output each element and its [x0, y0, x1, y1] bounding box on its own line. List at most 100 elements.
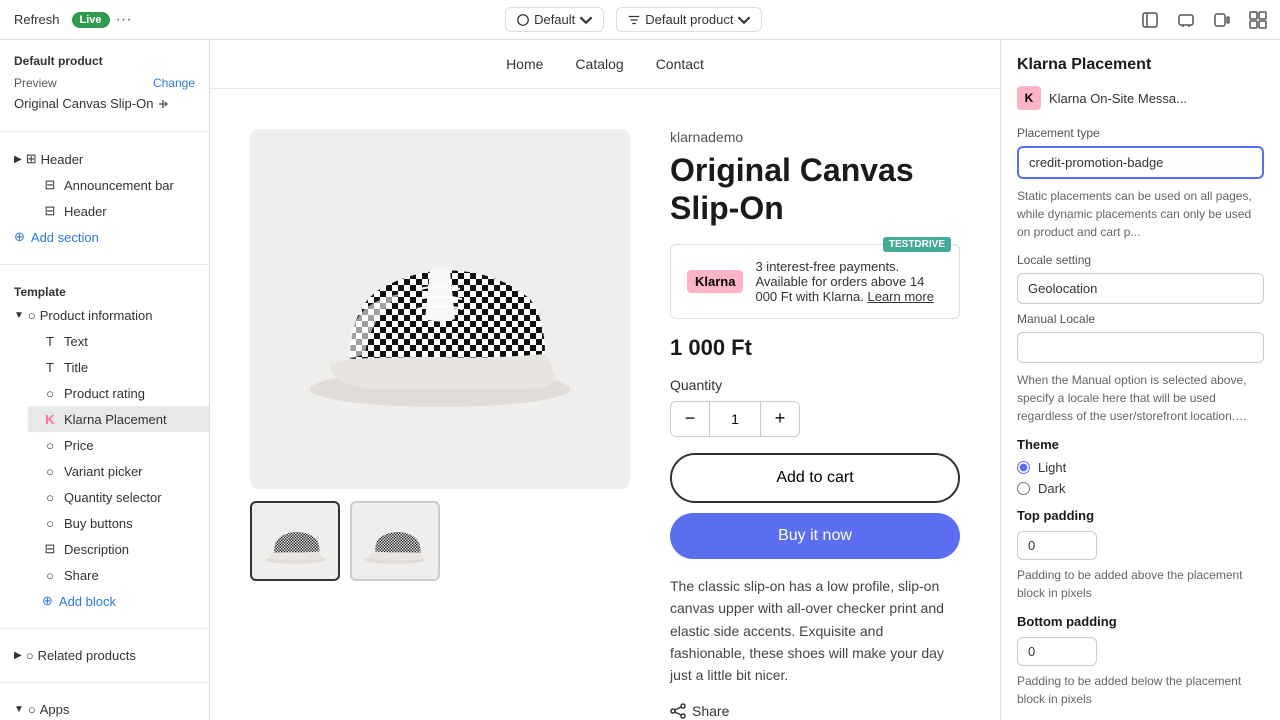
theme-dark-radio[interactable] — [1017, 482, 1030, 495]
add-block-btn-1[interactable]: ⊕ Add block — [28, 588, 209, 614]
topbar-center: Default Default product — [140, 7, 1128, 32]
locale-input[interactable] — [1017, 273, 1264, 304]
klarna-logo: Klarna — [687, 270, 743, 293]
quantity-input[interactable] — [710, 401, 760, 437]
bottom-padding-label: Bottom padding — [1017, 614, 1264, 629]
sidebar-header-section: Default product Preview Change Original … — [0, 40, 209, 125]
product-thumbnail-row — [250, 501, 630, 581]
share-label: Share — [692, 703, 729, 719]
share-row[interactable]: Share — [670, 703, 960, 719]
theme-light-row: Light — [1017, 460, 1264, 475]
bottom-padding-input[interactable] — [1017, 637, 1097, 666]
panel-sub-label: Klarna On-Site Messa... — [1049, 91, 1187, 106]
quantity-decrease[interactable]: − — [670, 401, 710, 437]
locale-label: Locale setting — [1017, 253, 1264, 267]
sidebar-item-variant-picker[interactable]: ○ Variant picker — [28, 458, 209, 484]
sidebar-item-announcement[interactable]: ⊟ Announcement bar — [28, 172, 209, 198]
product-brand: klarnademo — [670, 129, 960, 145]
top-padding-label: Top padding — [1017, 508, 1264, 523]
icon-btn-1[interactable] — [1136, 6, 1164, 34]
manual-locale-desc: When the Manual option is selected above… — [1017, 371, 1264, 425]
add-section-btn-1[interactable]: ⊕ Add section — [0, 224, 209, 250]
topbar: Refresh Live ··· Default Default product — [0, 0, 1280, 40]
theme-section-label: Theme — [1017, 437, 1264, 452]
main-layout: Default product Preview Change Original … — [0, 40, 1280, 720]
preview-value: Original Canvas Slip-On — [14, 96, 153, 111]
sidebar-item-description[interactable]: ⊟ Description — [28, 536, 209, 562]
sidebar-item-price[interactable]: ○ Price — [28, 432, 209, 458]
panel-title: Klarna Placement — [1017, 56, 1264, 74]
sidebar-related-section: ▶ ○ Related products — [0, 635, 209, 676]
preview-label: Preview — [14, 76, 57, 90]
product-thumb-2[interactable] — [350, 501, 440, 581]
sidebar-item-share[interactable]: ○ Share — [28, 562, 209, 588]
icon-btn-3[interactable] — [1208, 6, 1236, 34]
sidebar-item-text[interactable]: T Text — [28, 328, 209, 354]
buy-now-button[interactable]: Buy it now — [670, 513, 960, 559]
product-dropdown[interactable]: Default product — [616, 7, 762, 32]
topbar-right — [1136, 6, 1272, 34]
preview-nav: Home Catalog Contact — [210, 40, 1000, 89]
default-product-label: Default product — [0, 48, 209, 72]
product-title: Original Canvas Slip-On — [670, 151, 960, 228]
related-products-expand[interactable]: ▶ ○ Related products — [0, 643, 209, 668]
top-padding-desc: Padding to be added above the placement … — [1017, 566, 1264, 602]
product-info-label: Product information — [40, 308, 153, 323]
sidebar: Default product Preview Change Original … — [0, 40, 210, 720]
sidebar-header-group: ▶ ⊞ Header ⊟ Announcement bar ⊟ Header ⊕… — [0, 138, 209, 258]
theme-dark-row: Dark — [1017, 481, 1264, 496]
icon-btn-4[interactable] — [1244, 6, 1272, 34]
apps-expand[interactable]: ▼ ○ Apps — [0, 697, 209, 720]
klarna-widget: Klarna 3 interest-free payments. Availab… — [670, 244, 960, 319]
sidebar-apps-section: ▼ ○ Apps ⊕ Add block ⊕ Add section — [0, 689, 209, 720]
product-price: 1 000 Ft — [670, 335, 960, 361]
header-section-label: Header — [41, 152, 84, 167]
placement-type-desc: Static placements can be used on all pag… — [1017, 187, 1264, 241]
header-expand[interactable]: ▶ ⊞ Header — [0, 146, 209, 172]
sidebar-item-buy-buttons[interactable]: ○ Buy buttons — [28, 510, 209, 536]
product-thumb-1[interactable] — [250, 501, 340, 581]
klarna-text: 3 interest-free payments. Available for … — [755, 259, 943, 304]
live-badge: Live — [72, 12, 110, 28]
placement-type-input[interactable] — [1017, 146, 1264, 179]
more-options-button[interactable]: ··· — [116, 11, 132, 29]
product-container: klarnademo Original Canvas Slip-On Klarn… — [210, 89, 1000, 720]
quantity-label: Quantity — [670, 377, 960, 393]
share-icon — [670, 703, 686, 719]
product-images — [250, 129, 630, 719]
manual-locale-label: Manual Locale — [1017, 312, 1264, 326]
product-info: klarnademo Original Canvas Slip-On Klarn… — [670, 129, 960, 719]
quantity-row: − + — [670, 401, 960, 437]
theme-dark-label[interactable]: Dark — [1038, 481, 1065, 496]
sidebar-item-product-rating[interactable]: ○ Product rating — [28, 380, 209, 406]
template-label: Template — [0, 279, 209, 303]
klarna-learn-more[interactable]: Learn more — [867, 289, 933, 304]
theme-dropdown[interactable]: Default — [505, 7, 604, 32]
klarna-k-icon: K — [1017, 86, 1041, 110]
preview-area: Home Catalog Contact — [210, 40, 1000, 720]
add-to-cart-button[interactable]: Add to cart — [670, 453, 960, 503]
top-padding-input[interactable] — [1017, 531, 1097, 560]
sidebar-item-quantity[interactable]: ○ Quantity selector — [28, 484, 209, 510]
right-panel: Klarna Placement K Klarna On-Site Messa.… — [1000, 40, 1280, 720]
refresh-button[interactable]: Refresh — [8, 8, 66, 31]
bottom-padding-desc: Padding to be added below the placement … — [1017, 672, 1264, 708]
icon-btn-2[interactable] — [1172, 6, 1200, 34]
nav-contact[interactable]: Contact — [656, 56, 704, 72]
sidebar-item-title[interactable]: T Title — [28, 354, 209, 380]
product-main-image — [250, 129, 630, 489]
shoe-main-svg — [290, 189, 590, 429]
nav-catalog[interactable]: Catalog — [575, 56, 623, 72]
sidebar-item-klarna[interactable]: K Klarna Placement — [28, 406, 209, 432]
testdrive-badge: TESTDRIVE — [883, 237, 951, 252]
product-info-expand[interactable]: ▼ ○ Product information — [0, 303, 209, 328]
nav-home[interactable]: Home — [506, 56, 543, 72]
sidebar-item-header[interactable]: ⊟ Header — [28, 198, 209, 224]
manual-locale-input[interactable] — [1017, 332, 1264, 363]
panel-sub: K Klarna On-Site Messa... — [1017, 86, 1264, 110]
quantity-increase[interactable]: + — [760, 401, 800, 437]
theme-light-radio[interactable] — [1017, 461, 1030, 474]
topbar-left: Refresh Live ··· — [8, 8, 132, 31]
change-button[interactable]: Change — [153, 76, 195, 90]
theme-light-label[interactable]: Light — [1038, 460, 1066, 475]
